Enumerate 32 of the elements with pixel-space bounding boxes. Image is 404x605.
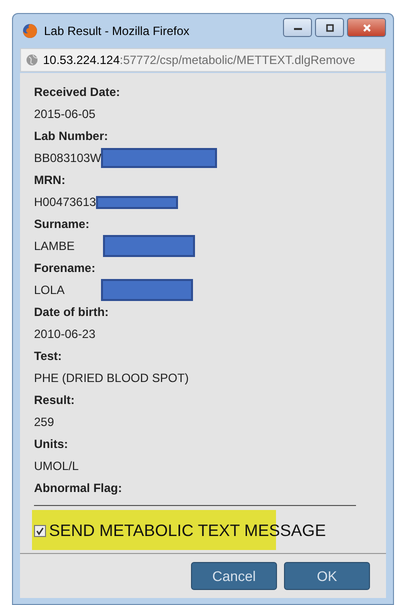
field-label: MRN: [34,172,66,189]
close-icon [362,24,372,32]
close-button[interactable] [347,18,386,37]
field-label: Surname: [34,216,90,233]
field-label: Abnormal Flag: [34,480,124,497]
field-label: Date of birth: [34,304,110,321]
checkbox[interactable] [34,525,46,537]
cancel-button[interactable]: Cancel [191,562,277,590]
field-value: LAMBE [34,239,75,253]
restore-icon [324,24,334,32]
address-bar[interactable]: 10.53.224.124:57772/csp/metabolic/METTEXT.dlgRemove [20,48,386,72]
field-value: 2010-06-23 [34,327,96,341]
browser-logo-icon [22,23,38,39]
field-label: Lab Number: [34,128,110,145]
field-value: H00473613 [34,195,96,209]
field-value: 259 [34,415,54,429]
field-label: Units: [34,436,69,453]
field-value: 2015-06-05 [34,107,96,121]
url-text: 10.53.224.124:57772/csp/metabolic/METTEXT.dlgRemove [43,53,356,67]
restore-button[interactable] [315,18,344,37]
field-label: Received Date: [34,84,122,101]
field-label: Test: [34,348,63,365]
globe-icon [26,54,38,66]
field-value: UMOL/L [34,459,79,473]
field-value: BB083103W [34,151,102,165]
minimize-button[interactable] [283,18,312,37]
field-value: LOLA [34,283,65,297]
field-label: Forename: [34,260,96,277]
ok-button[interactable]: OK [284,562,370,590]
field-label: Result: [34,392,76,409]
window-title: Lab Result - Mozilla Firefox [44,24,190,38]
field-value: PHE (DRIED BLOOD SPOT) [34,371,189,385]
